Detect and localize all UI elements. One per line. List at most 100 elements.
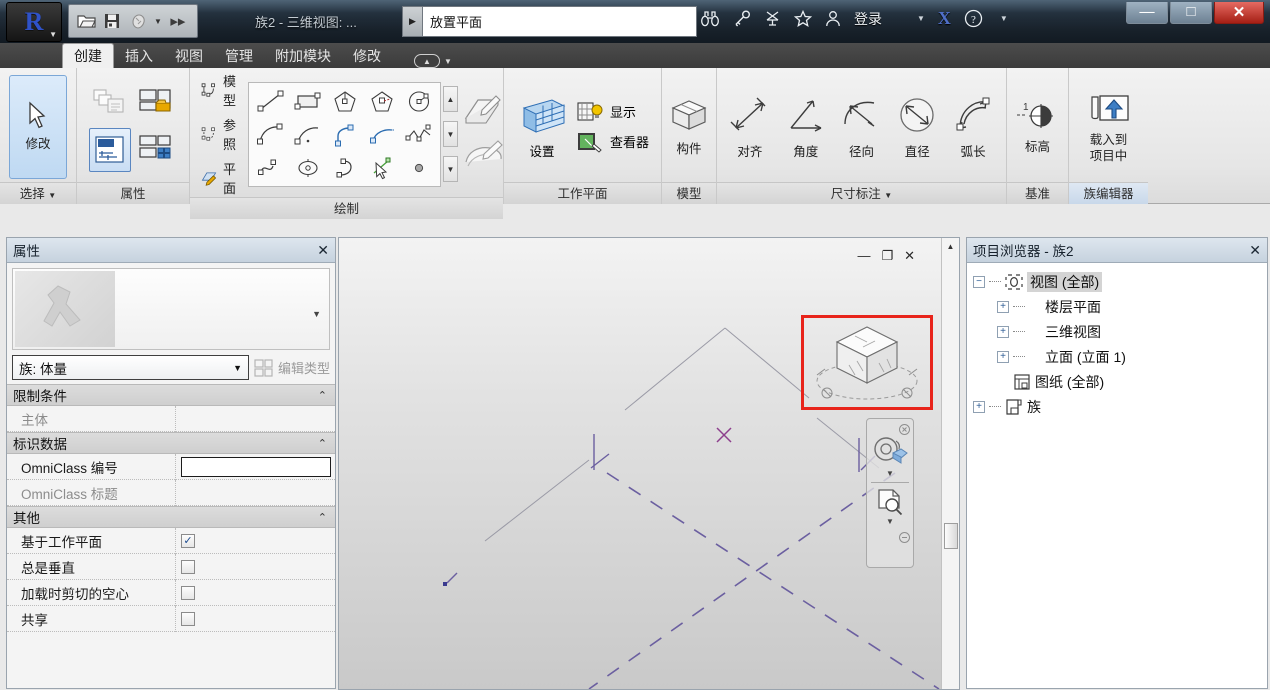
draw-inscribed-polygon-tool[interactable] (326, 86, 363, 117)
shared-checkbox[interactable] (181, 611, 195, 626)
tree-item-3d-views[interactable]: + 三维视图 (973, 319, 1267, 344)
navbar-close-icon[interactable] (899, 424, 910, 435)
restore-view-icon[interactable]: ❐ (881, 248, 893, 264)
dimension-aligned-button[interactable]: 对齐 (722, 94, 778, 160)
property-value[interactable] (175, 405, 335, 432)
star-icon[interactable] (794, 10, 812, 27)
chevron-down-icon[interactable]: ▼ (444, 57, 452, 66)
draw-circle-tool[interactable] (400, 86, 437, 117)
draw-spline-tool[interactable] (363, 119, 400, 150)
chevron-down-icon[interactable]: ▼ (886, 469, 894, 478)
work-plane-based-checkbox[interactable]: ✓ (181, 533, 195, 548)
family-selector-dropdown[interactable]: 族: 体量 ▼ (12, 355, 249, 380)
always-vertical-checkbox[interactable] (181, 559, 195, 574)
close-button[interactable]: ✕ (1214, 2, 1264, 24)
quick-access-toolbar[interactable]: ▼ ▸▸ (68, 4, 198, 38)
modify-button[interactable]: 修改 (9, 74, 67, 179)
workplane-set-button[interactable]: 设置 (516, 94, 568, 160)
close-icon[interactable]: ✕ (317, 242, 329, 259)
view-vertical-scrollbar[interactable]: ▲ (941, 238, 959, 689)
property-value[interactable] (175, 479, 335, 506)
zoom-region-icon[interactable] (874, 487, 906, 517)
draw-model-line[interactable]: 模型 (201, 71, 242, 109)
tree-item-sheets[interactable]: 图纸 (全部) (973, 369, 1267, 394)
property-value[interactable]: ✓ (175, 527, 335, 554)
property-row-omniclass-number[interactable]: OmniClass 编号 (7, 453, 335, 480)
property-row-work-plane-based[interactable]: 基于工作平面 ✓ (7, 527, 335, 554)
draw-plane[interactable]: 平面 (201, 159, 242, 197)
draw-spline-through-points-tool[interactable] (400, 119, 437, 150)
draw-arc-tangent-tool[interactable] (289, 119, 326, 150)
tab-modify[interactable]: 修改 (342, 44, 392, 68)
workplane-show-button[interactable]: 显示 (576, 100, 649, 124)
tree-item-floor-plans[interactable]: + 楼层平面 (973, 294, 1267, 319)
satellite-icon[interactable] (764, 10, 781, 27)
expand-expander-icon[interactable]: + (997, 325, 1009, 338)
property-row-host[interactable]: 主体 (7, 405, 335, 432)
dimension-diameter-button[interactable]: 直径 (889, 94, 945, 160)
expand-expander-icon[interactable]: + (973, 400, 985, 413)
ribbon-collapse-control[interactable]: ▲ ▼ (414, 54, 452, 68)
tab-manage[interactable]: 管理 (214, 44, 264, 68)
property-row-always-vertical[interactable]: 总是垂直 (7, 553, 335, 580)
minimize-view-icon[interactable]: — (857, 248, 870, 264)
omniclass-number-input[interactable] (181, 456, 331, 477)
scroll-up-icon[interactable]: ▲ (443, 86, 459, 112)
show-work-plane-tool[interactable] (462, 136, 506, 178)
minimize-button[interactable]: — (1126, 2, 1168, 24)
section-header-identity-data[interactable]: 标识数据 ⌃ (7, 432, 335, 454)
draw-wave-tool[interactable] (252, 152, 289, 183)
property-value[interactable] (175, 453, 335, 480)
scroll-up-icon[interactable]: ▲ (942, 238, 959, 254)
set-work-plane-tool[interactable] (462, 90, 506, 132)
cut-with-voids-checkbox[interactable] (181, 585, 195, 600)
maximize-button[interactable]: □ (1170, 2, 1212, 24)
signin-label[interactable]: 登录 (854, 9, 882, 29)
tab-addins[interactable]: 附加模块 (264, 44, 342, 68)
property-value[interactable] (175, 553, 335, 580)
draw-line-tool[interactable] (252, 86, 289, 117)
property-row-omniclass-title[interactable]: OmniClass 标题 (7, 479, 335, 506)
family-category-button[interactable] (135, 81, 177, 125)
draw-fillet-arc-tool[interactable] (326, 119, 363, 150)
type-selector-preview[interactable]: ▼ (12, 268, 330, 350)
property-row-shared[interactable]: 共享 (7, 605, 335, 632)
steering-wheel-icon[interactable] (871, 435, 909, 469)
property-value[interactable] (175, 605, 335, 632)
chevron-down-icon[interactable]: ▼ (48, 191, 56, 200)
chevron-up-icon[interactable]: ⌃ (318, 511, 327, 524)
viewcube[interactable] (805, 319, 929, 407)
collapse-expander-icon[interactable]: − (973, 275, 985, 288)
help-icon[interactable]: ? (964, 9, 983, 28)
search-input[interactable]: 放置平面 (422, 6, 697, 37)
chevron-down-icon[interactable]: ▼ (1000, 14, 1008, 23)
key-icon[interactable] (733, 10, 751, 27)
draw-point-tool[interactable] (400, 152, 437, 183)
dimension-arclength-button[interactable]: 弧长 (945, 94, 1001, 160)
tree-item-elevations[interactable]: + 立面 (立面 1) (973, 344, 1267, 369)
chevron-down-icon[interactable]: ▼ (917, 14, 925, 23)
section-header-constraints[interactable]: 限制条件 ⌃ (7, 384, 335, 406)
close-icon[interactable]: ✕ (1249, 242, 1261, 259)
chevron-down-icon[interactable]: ▼ (154, 17, 162, 26)
user-icon[interactable] (825, 10, 841, 27)
chevron-down-icon[interactable]: ▼ (886, 517, 894, 526)
view-canvas[interactable]: — ❐ ✕ ▼ ▼ (339, 238, 942, 689)
draw-reference-line[interactable]: 参照 (201, 115, 242, 153)
chevron-up-icon[interactable]: ⌃ (318, 389, 327, 402)
tree-item-families[interactable]: + 族 (973, 394, 1267, 419)
family-types-button[interactable] (89, 81, 131, 125)
navbar-options-icon[interactable] (899, 532, 910, 543)
section-header-other[interactable]: 其他 ⌃ (7, 506, 335, 528)
draw-partial-ellipse-tool[interactable] (326, 152, 363, 183)
expand-expander-icon[interactable]: + (997, 300, 1009, 313)
more-commands-icon[interactable]: ▸▸ (168, 11, 188, 31)
search-binoculars-icon[interactable] (700, 10, 720, 27)
model-component-button[interactable]: 构件 (667, 96, 711, 157)
expand-gallery-icon[interactable]: ▼ (443, 156, 459, 182)
dimension-angular-button[interactable]: 角度 (778, 94, 834, 160)
expand-expander-icon[interactable]: + (997, 350, 1009, 363)
chevron-down-icon[interactable]: ▼ (312, 309, 321, 319)
exchange-icon[interactable]: X (938, 8, 951, 29)
draw-gallery-scroll[interactable]: ▲ ▼ ▼ (443, 86, 459, 182)
